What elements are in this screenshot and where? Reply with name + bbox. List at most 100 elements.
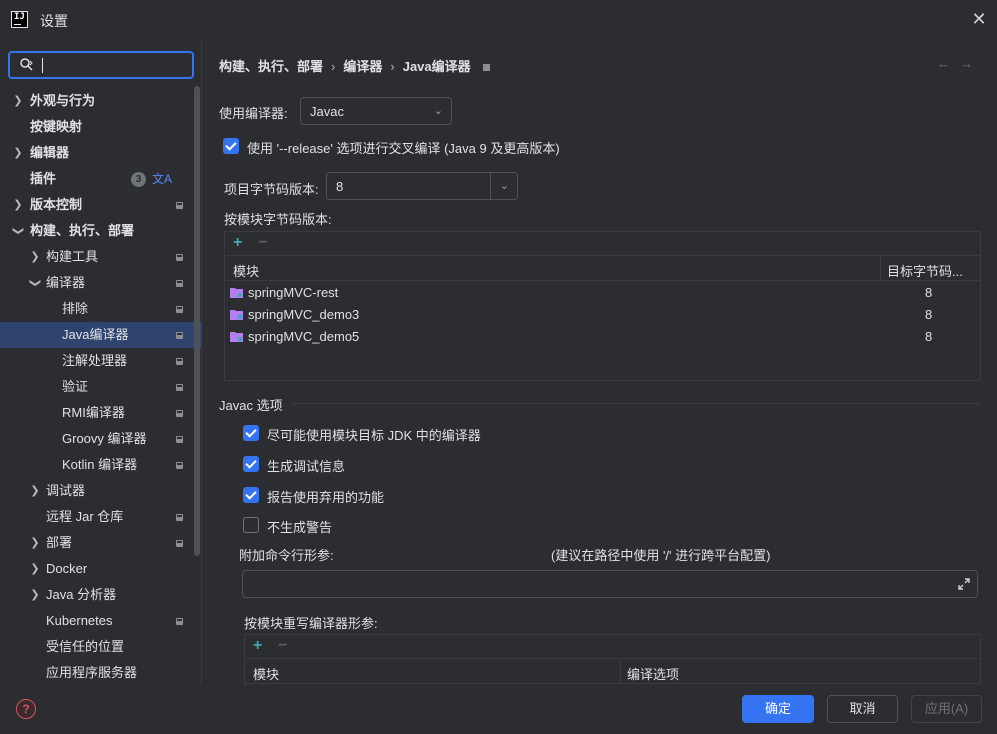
column-header-options[interactable]: 编译选项: [627, 664, 679, 683]
sidebar-item-label: Kubernetes: [46, 613, 113, 628]
sidebar-item-vcs[interactable]: ❯ 版本控制: [0, 192, 202, 218]
sidebar-item-excludes[interactable]: 排除: [0, 296, 202, 322]
sidebar-item-appearance[interactable]: ❯ 外观与行为: [0, 88, 202, 114]
bytecode-version-label: 项目字节码版本:: [224, 182, 319, 197]
sidebar-item-trusted-locations[interactable]: 受信任的位置: [0, 634, 202, 660]
sidebar-item-build-tools[interactable]: ❯ 构建工具: [0, 244, 202, 270]
sidebar-item-deployment[interactable]: ❯ 部署: [0, 530, 202, 556]
column-header-module[interactable]: 模块: [253, 664, 279, 683]
add-icon[interactable]: +: [253, 637, 262, 655]
sidebar-item-keymap[interactable]: 按键映射: [0, 114, 202, 140]
compiler-select[interactable]: Javac ⌄: [300, 97, 452, 125]
chevron-right-icon[interactable]: ❯: [12, 140, 24, 166]
sidebar-item-label: 按键映射: [30, 119, 83, 134]
sidebar-item-compiler[interactable]: ❯ 编译器: [0, 270, 202, 296]
table-row[interactable]: springMVC_demo3 8: [225, 304, 980, 326]
sidebar-item-app-servers[interactable]: 应用程序服务器: [0, 660, 202, 686]
table-header: 模块 编译选项: [245, 659, 980, 684]
sidebar-item-docker[interactable]: ❯ Docker: [0, 556, 202, 582]
sidebar-item-label: 调试器: [46, 483, 86, 498]
module-folder-icon: [230, 332, 243, 342]
table-row[interactable]: springMVC-rest 8: [225, 282, 980, 304]
debug-info-checkbox[interactable]: [243, 456, 259, 472]
column-separator[interactable]: [880, 256, 881, 281]
release-option-label: 使用 '--release' 选项进行交叉编译 (Java 9 及更高版本): [247, 141, 560, 156]
help-icon[interactable]: ?: [16, 699, 36, 719]
sidebar-item-label: Groovy 编译器: [62, 431, 147, 446]
extra-params-input[interactable]: [242, 570, 978, 598]
chevron-right-icon[interactable]: ❯: [29, 556, 41, 582]
add-icon[interactable]: +: [233, 234, 242, 252]
sidebar-item-groovy-compiler[interactable]: Groovy 编译器: [0, 426, 202, 452]
chevron-right-icon[interactable]: ❯: [29, 530, 41, 556]
project-level-icon: [176, 540, 183, 547]
forward-arrow-icon[interactable]: →: [960, 56, 983, 71]
project-level-icon: [176, 254, 183, 261]
sidebar-item-build[interactable]: ❯ 构建、执行、部署: [0, 218, 202, 244]
sidebar-item-plugins[interactable]: 插件 3 文A: [0, 166, 202, 192]
column-header-target[interactable]: 目标字节码...: [887, 261, 963, 280]
sidebar-item-label: 排除: [62, 301, 89, 316]
apply-button[interactable]: 应用(A): [911, 695, 982, 723]
project-level-icon: [176, 358, 183, 365]
sidebar-item-kubernetes[interactable]: Kubernetes: [0, 608, 202, 634]
close-icon[interactable]: ✕: [969, 9, 989, 29]
table-header: 模块 目标字节码...: [225, 256, 980, 281]
project-level-icon: [176, 332, 183, 339]
chevron-right-icon[interactable]: ❯: [12, 88, 24, 114]
chevron-right-icon[interactable]: ❯: [29, 244, 41, 270]
column-separator[interactable]: [620, 659, 621, 684]
ok-button[interactable]: 确定: [742, 695, 814, 723]
chevron-down-icon[interactable]: ❯: [5, 225, 31, 237]
sidebar-item-kotlin-compiler[interactable]: Kotlin 编译器: [0, 452, 202, 478]
project-level-icon: [176, 306, 183, 313]
project-level-icon: [176, 462, 183, 469]
bytecode-version-select[interactable]: 8 ⌄: [326, 172, 518, 200]
project-level-icon: [176, 280, 183, 287]
chevron-right-icon[interactable]: ❯: [29, 582, 41, 608]
project-level-icon: [176, 436, 183, 443]
sidebar-item-java-profiler[interactable]: ❯ Java 分析器: [0, 582, 202, 608]
chevron-down-icon[interactable]: ⌄: [500, 179, 509, 192]
sidebar-item-editor[interactable]: ❯ 编辑器: [0, 140, 202, 166]
module-folder-icon: [230, 288, 243, 298]
column-header-module[interactable]: 模块: [233, 261, 259, 280]
chevron-right-icon[interactable]: ❯: [12, 192, 24, 218]
chevron-right-icon[interactable]: ❯: [29, 478, 41, 504]
expand-icon[interactable]: [957, 577, 971, 591]
compiler-value: Javac: [310, 104, 344, 119]
window-title: 设置: [40, 13, 68, 29]
remove-icon[interactable]: −: [258, 234, 267, 252]
chevron-down-icon[interactable]: ❯: [22, 277, 48, 289]
use-module-jdk-checkbox[interactable]: [243, 425, 259, 441]
sidebar-item-label: 应用程序服务器: [46, 665, 138, 680]
sidebar-item-label: 注解处理器: [62, 353, 128, 368]
sidebar-item-annotation-processors[interactable]: 注解处理器: [0, 348, 202, 374]
project-level-icon: [176, 514, 183, 521]
release-option-checkbox[interactable]: [223, 138, 239, 154]
breadcrumb-separator: ›: [390, 59, 395, 74]
sidebar-item-remote-jar[interactable]: 远程 Jar 仓库: [0, 504, 202, 530]
sidebar-item-java-compiler[interactable]: Java编译器: [0, 322, 202, 348]
table-row[interactable]: springMVC_demo5 8: [225, 326, 980, 348]
breadcrumb-item[interactable]: 构建、执行、部署: [219, 56, 323, 75]
back-arrow-icon[interactable]: ←: [937, 56, 960, 71]
no-warnings-checkbox[interactable]: [243, 517, 259, 533]
breadcrumb-item[interactable]: 编译器: [343, 56, 382, 75]
search-icon: [20, 58, 33, 71]
intellij-logo-icon: IJ: [11, 11, 28, 28]
per-module-label: 按模块字节码版本:: [224, 212, 332, 227]
module-name: springMVC-rest: [248, 285, 339, 300]
sidebar-item-debugger[interactable]: ❯ 调试器: [0, 478, 202, 504]
remove-icon[interactable]: −: [278, 637, 287, 655]
table-toolbar: + −: [225, 232, 980, 256]
sidebar-scrollbar[interactable]: [194, 86, 200, 556]
search-input[interactable]: [8, 51, 194, 79]
sidebar-item-label: 构建、执行、部署: [30, 223, 135, 238]
cancel-button[interactable]: 取消: [827, 695, 898, 723]
module-folder-icon: [230, 310, 243, 320]
sidebar-item-validation[interactable]: 验证: [0, 374, 202, 400]
sidebar-item-rmi-compiler[interactable]: RMI编译器: [0, 400, 202, 426]
extra-params-hint: (建议在路径中使用 '/' 进行跨平台配置): [551, 548, 771, 563]
deprecation-checkbox[interactable]: [243, 487, 259, 503]
